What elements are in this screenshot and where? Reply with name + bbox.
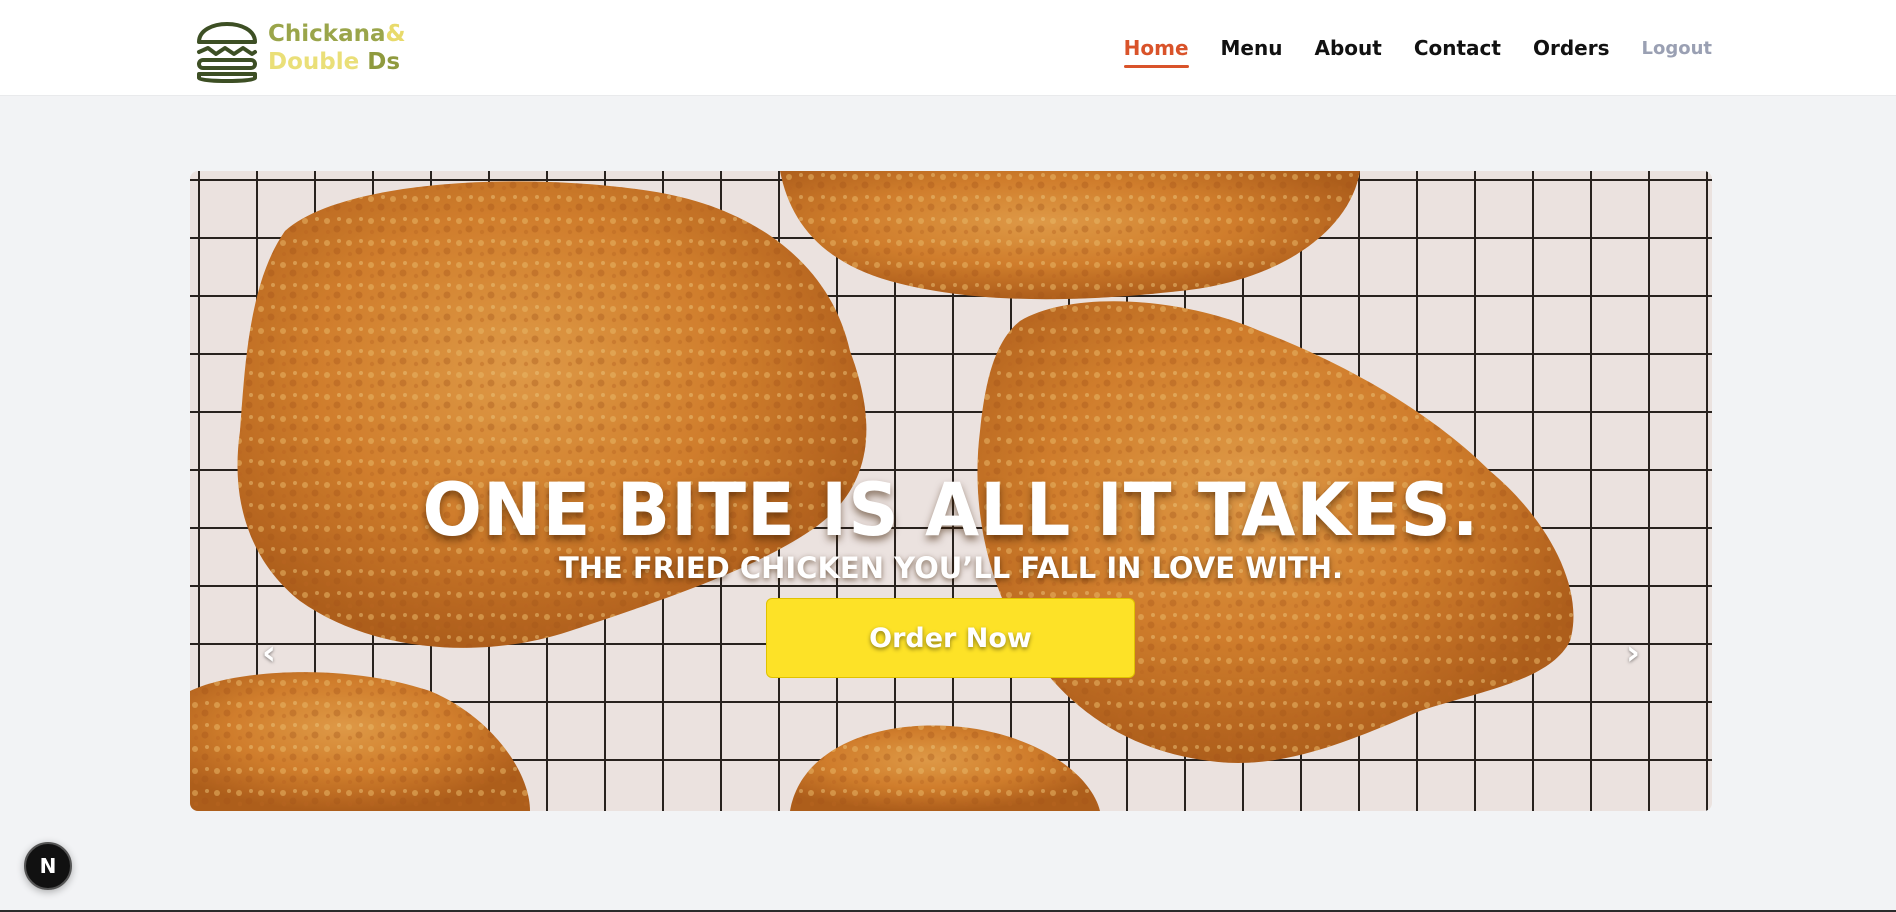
hero-headline: ONE BITE IS ALL IT TAKES. [422, 466, 1480, 554]
brand-line2-ds: Ds [359, 49, 401, 75]
nextjs-badge-label: N [39, 854, 57, 878]
hero-subheadline: THE FRIED CHICKEN YOU’LL FALL IN LOVE WI… [558, 551, 1344, 585]
chevron-right-icon: › [1625, 633, 1640, 673]
burger-icon [197, 22, 257, 83]
chevron-left-icon: ‹ [262, 633, 277, 673]
carousel-prev-button[interactable]: ‹ [262, 633, 276, 673]
brand-ampersand: & [385, 21, 406, 47]
logout-button[interactable]: Logout [1641, 38, 1712, 59]
site-header: Chickana& Double Ds Home Menu About Cont… [0, 0, 1896, 96]
main-nav: Home Menu About Contact Orders Logout [1092, 36, 1712, 68]
nav-contact[interactable]: Contact [1414, 36, 1501, 60]
nextjs-icon[interactable]: N [24, 842, 72, 890]
nav-orders[interactable]: Orders [1533, 36, 1610, 60]
brand-name: Chickana& Double Ds [268, 20, 406, 76]
carousel-next-button[interactable]: › [1626, 633, 1640, 673]
nav-menu[interactable]: Menu [1221, 36, 1283, 60]
nav-home[interactable]: Home [1123, 36, 1189, 68]
brand-line2: Double [268, 49, 360, 75]
hero-carousel: ‹ › ONE BITE IS ALL IT TAKES. THE FRIED … [190, 171, 1712, 811]
nav-about[interactable]: About [1314, 36, 1381, 60]
brand-line1: Chickana [268, 21, 386, 47]
brand-logo[interactable]: Chickana& Double Ds [194, 10, 406, 86]
order-now-button[interactable]: Order Now [766, 598, 1135, 678]
